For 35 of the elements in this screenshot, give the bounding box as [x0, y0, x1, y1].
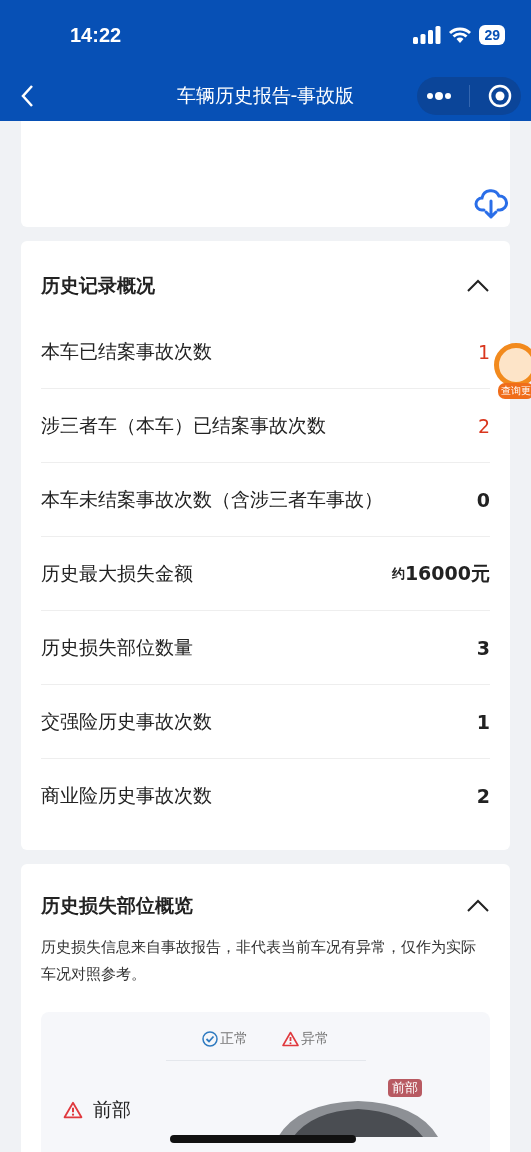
status-time: 14:22 [70, 23, 122, 47]
approx-label: 约 [391, 564, 405, 583]
row-label: 本车未结案事故次数（含涉三者车事故） [41, 486, 384, 512]
row-value: 3 [476, 636, 490, 659]
wifi-icon [448, 26, 473, 44]
section-title: 历史损失部位概览 [41, 893, 193, 918]
signal-icon [413, 26, 442, 44]
battery-indicator: 29 [479, 25, 505, 45]
row-label: 交强险历史事故次数 [41, 708, 213, 734]
description-text: 历史损失信息来自事故报告，非代表当前车况有异常，仅作为实际车况对照参考。 [41, 937, 477, 985]
warning-icon [282, 1031, 299, 1047]
check-circle-icon [202, 1031, 218, 1047]
row-value: 2 [476, 784, 490, 807]
chevron-icon[interactable] [466, 279, 490, 293]
row-label: 历史最大损失金额 [41, 560, 194, 586]
page-title: 车辆历史报告-事故版 [175, 82, 356, 108]
section-title: 历史记录概况 [41, 273, 155, 298]
row-value: 2 [477, 414, 490, 437]
part-label: 前部 [93, 1097, 131, 1122]
row-label: 历史损失部位数量 [41, 634, 194, 660]
row-value: 16000元 [404, 560, 490, 586]
row-value: 1 [477, 340, 490, 363]
legend-label: 正常 [220, 1030, 248, 1048]
cloud-download-icon[interactable] [474, 188, 508, 220]
row-label: 商业险历史事故次数 [41, 782, 213, 808]
legend-label: 异常 [301, 1030, 329, 1048]
row-label: 本车已结案事故次数 [41, 338, 213, 364]
more-icon[interactable] [425, 91, 452, 100]
part-tag: 前部 [388, 1079, 422, 1097]
close-target-icon[interactable] [488, 83, 513, 108]
back-button[interactable] [20, 83, 34, 108]
chevron-icon[interactable] [466, 899, 490, 913]
row-value: 0 [476, 488, 490, 511]
row-value: 1 [476, 710, 490, 733]
row-label: 涉三者车（本车）已结案事故次数 [41, 412, 327, 438]
